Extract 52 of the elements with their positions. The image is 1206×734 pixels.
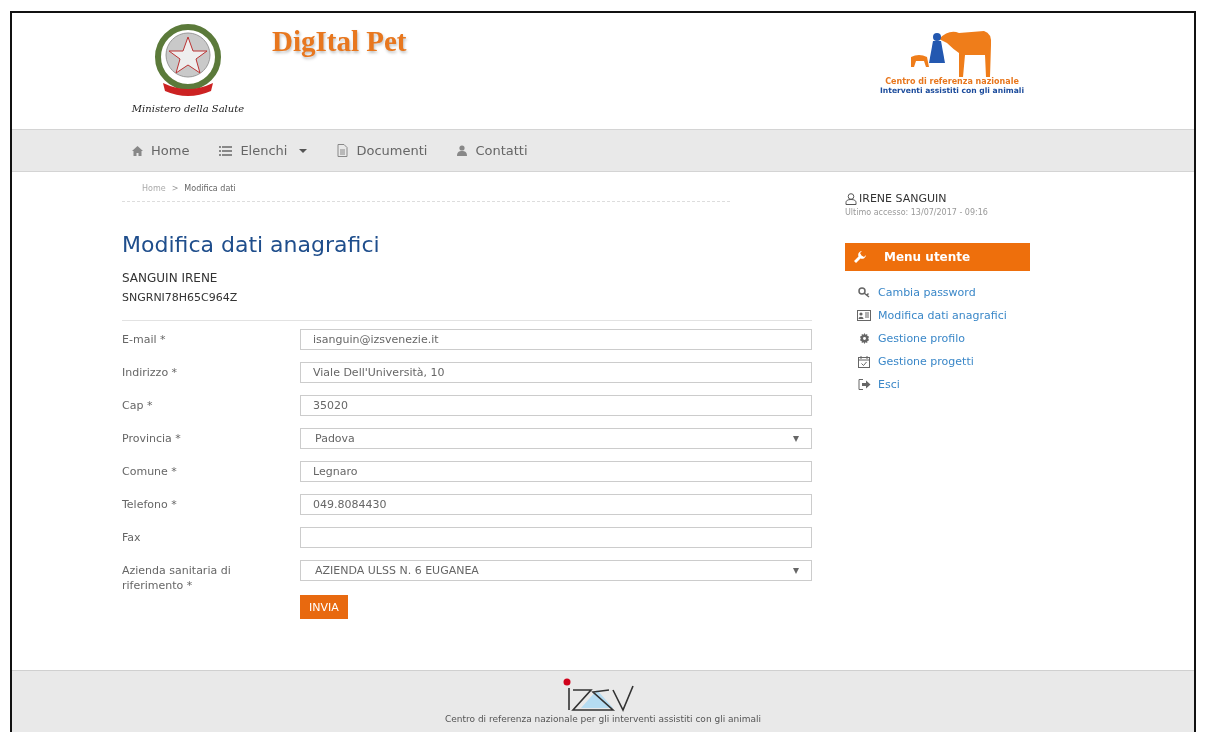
exit-icon (857, 379, 871, 390)
breadcrumb-separator: > (171, 184, 179, 193)
user-menu-link[interactable]: Modifica dati anagrafici (878, 309, 1007, 322)
breadcrumb-current: Modifica dati (184, 184, 236, 193)
partner-logo-title: Centro di referenza nazionale (885, 77, 1019, 86)
input-field[interactable]: isanguin@izsvenezie.it (300, 329, 812, 350)
user-menu-link[interactable]: Gestione profilo (878, 332, 966, 345)
page-title: Modifica dati anagrafici (122, 232, 381, 257)
breadcrumb-link[interactable]: Home (142, 184, 166, 193)
user-menu-title: Menu utente (884, 250, 971, 264)
submit-button[interactable]: INVIA (300, 595, 348, 619)
nav-link[interactable]: Home (132, 143, 190, 158)
ministry-caption: Ministero della Salute (131, 103, 245, 114)
wrench-icon (854, 251, 866, 263)
input-field[interactable]: Legnaro (300, 461, 812, 482)
field-label: Telefono * (122, 497, 178, 512)
user-menu-link[interactable]: Esci (878, 378, 900, 391)
user-name: IRENE SANGUIN (859, 192, 947, 205)
user-outline-icon (845, 192, 857, 205)
last-access-text: Ultimo accesso: 13/07/2017 - 09:16 (845, 208, 989, 217)
site-title: DigItal Pet (272, 25, 407, 58)
dropdown-arrow-icon (793, 435, 799, 442)
field-label: Fax (122, 530, 142, 545)
key-icon (857, 287, 871, 298)
calendar-icon (858, 355, 870, 368)
input-field[interactable] (300, 527, 812, 548)
field-label: E-mail * (122, 332, 167, 347)
user-icon (457, 145, 468, 156)
input-field[interactable]: 35020 (300, 395, 812, 416)
id-card-icon (857, 310, 871, 321)
gear-icon (858, 333, 870, 344)
home-icon (132, 145, 143, 156)
nav-link[interactable]: Elenchi (219, 143, 308, 158)
document-icon (337, 144, 349, 157)
field-label: Azienda sanitaria di riferimento * (122, 563, 232, 593)
field-label: Indirizzo * (122, 365, 179, 380)
nav-link[interactable]: Documenti (337, 143, 428, 158)
field-label: Cap * (122, 398, 154, 413)
user-menu-link[interactable]: Cambia password (878, 286, 976, 299)
field-label: Comune * (122, 464, 178, 479)
input-field[interactable]: 049.8084430 (300, 494, 812, 515)
select-field[interactable]: Padova (300, 428, 812, 449)
nav-link[interactable]: Contatti (457, 143, 528, 158)
footer-caption: Centro di referenza nazionale per gli interventi assistiti con gli animali (444, 714, 762, 724)
input-field[interactable]: Viale Dell'Università, 10 (300, 362, 812, 383)
dropdown-arrow-icon (793, 567, 799, 574)
field-label: Provincia * (122, 431, 182, 446)
user-menu-link[interactable]: Gestione progetti (878, 355, 974, 368)
list-icon (219, 145, 233, 156)
select-field[interactable]: AZIENDA ULSS N. 6 EUGANEA (300, 560, 812, 581)
person-name: SANGUIN IRENE (122, 271, 219, 285)
fiscal-code: SNGRNI78H65C964Z (122, 291, 239, 304)
